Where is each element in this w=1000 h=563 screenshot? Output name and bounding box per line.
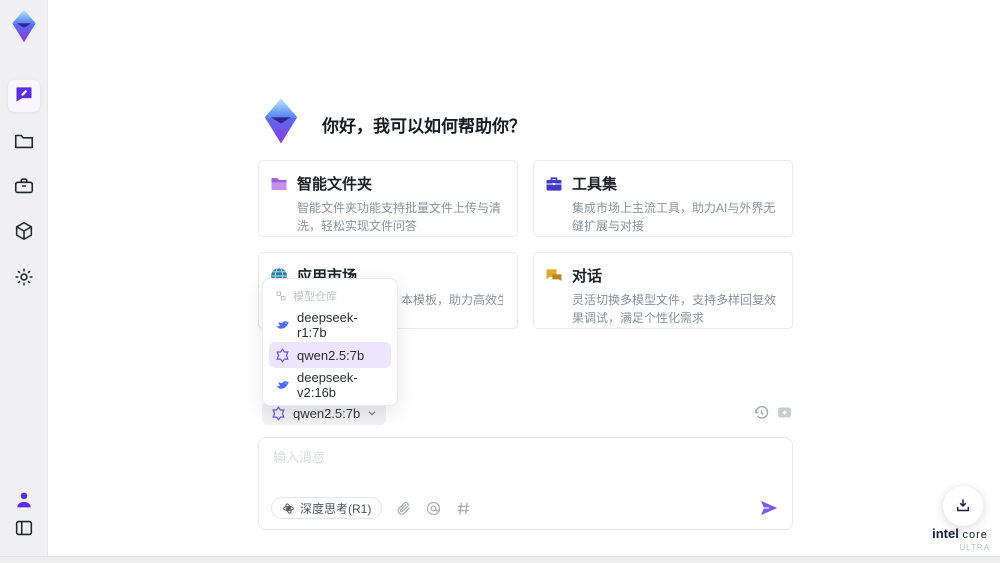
message-input[interactable] bbox=[273, 447, 773, 487]
history-button[interactable] bbox=[753, 404, 770, 421]
history-icon bbox=[755, 405, 769, 419]
app-window: 你好，我可以如何帮助你？ 智能文件夹 智能文件夹功能支持批量文件上传与清洗，轻松… bbox=[0, 0, 1000, 563]
card-dialogue[interactable]: 对话 灵活切换多模型文件，支持多样回复效果调试，满足个性化需求 bbox=[533, 252, 793, 329]
model-dropdown: 模型仓库 deepseek-r1:7b qwen2.5:7b deepseek-… bbox=[262, 278, 398, 406]
sidebar-item-collapse[interactable] bbox=[13, 519, 35, 541]
gear-icon bbox=[13, 266, 35, 293]
model-dropdown-header: 模型仓库 bbox=[269, 286, 391, 308]
qwen-icon bbox=[276, 347, 289, 363]
download-button[interactable] bbox=[943, 486, 983, 526]
card-toolset[interactable]: 工具集 集成市场上主流工具，助力AI与外界无缝扩展与对接 bbox=[533, 160, 793, 237]
panel-layout-icon bbox=[13, 517, 35, 544]
deep-think-toggle[interactable]: 深度思考(R1) bbox=[271, 497, 383, 519]
model-option-deepseek-r1[interactable]: deepseek-r1:7b bbox=[269, 310, 391, 340]
send-button[interactable] bbox=[759, 498, 779, 518]
folder-icon bbox=[13, 130, 35, 157]
user-icon bbox=[13, 489, 35, 516]
card-smart-folder[interactable]: 智能文件夹 智能文件夹功能支持批量文件上传与清洗，轻松实现文件问答 bbox=[258, 160, 518, 237]
dialogue-icon bbox=[546, 268, 562, 281]
toolset-icon bbox=[546, 176, 562, 191]
paperclip-icon bbox=[397, 501, 411, 515]
card-description: 灵活切换多模型文件，支持多样回复效果调试，满足个性化需求 bbox=[572, 293, 777, 325]
plus-square-icon bbox=[778, 407, 791, 418]
sidebar-item-settings[interactable] bbox=[13, 268, 35, 290]
qwen-icon bbox=[272, 405, 285, 421]
prompt-library-button[interactable] bbox=[455, 500, 472, 517]
sidebar bbox=[0, 0, 48, 556]
new-chat-button[interactable] bbox=[776, 404, 793, 421]
sidebar-item-account[interactable] bbox=[13, 491, 35, 513]
composer-toolbar: 深度思考(R1) bbox=[271, 497, 472, 519]
hero-logo-icon bbox=[256, 96, 306, 146]
page-title: 你好，我可以如何帮助你？ bbox=[322, 117, 526, 136]
at-circle-icon bbox=[427, 501, 441, 515]
cube-icon bbox=[13, 220, 35, 247]
card-title: 对话 bbox=[572, 268, 603, 285]
download-icon bbox=[957, 499, 969, 512]
sidebar-item-apps[interactable] bbox=[13, 220, 35, 247]
model-selector-value: qwen2.5:7b bbox=[293, 405, 361, 421]
deepseek-icon bbox=[276, 380, 289, 389]
atom-icon bbox=[283, 502, 294, 514]
card-description: 集成市场上主流工具，助力AI与外界无缝扩展与对接 bbox=[572, 201, 776, 233]
sidebar-item-folders[interactable] bbox=[13, 132, 35, 154]
model-option-deepseek-v2[interactable]: deepseek-v2:16b bbox=[269, 370, 391, 400]
sidebar-item-chat[interactable] bbox=[8, 80, 40, 112]
model-option-qwen[interactable]: qwen2.5:7b bbox=[269, 342, 391, 368]
card-title: 工具集 bbox=[572, 176, 618, 193]
intel-wordmark: intel bbox=[932, 526, 959, 541]
deep-think-label: 深度思考(R1) bbox=[300, 501, 372, 516]
hash-icon bbox=[457, 502, 470, 514]
mention-button[interactable] bbox=[425, 500, 442, 517]
card-description: 智能文件夹功能支持批量文件上传与清洗，轻松实现文件问答 bbox=[297, 201, 502, 233]
app-logo-icon bbox=[6, 8, 42, 44]
smart-folder-icon bbox=[271, 177, 287, 190]
chat-bubble-icon bbox=[14, 84, 34, 109]
repository-icon bbox=[276, 291, 286, 301]
window-bottom-edge bbox=[0, 556, 1000, 563]
card-description: 本模板，助力高效生成多 bbox=[401, 293, 503, 307]
ultra-label: ULTRA bbox=[959, 543, 990, 552]
card-title: 智能文件夹 bbox=[297, 176, 373, 193]
sidebar-item-toolbox[interactable] bbox=[13, 177, 35, 199]
chevron-down-icon bbox=[368, 411, 376, 416]
briefcase-icon bbox=[13, 175, 35, 202]
send-icon bbox=[761, 500, 778, 516]
message-composer: 深度思考(R1) bbox=[258, 437, 793, 530]
attach-file-button[interactable] bbox=[395, 500, 412, 517]
core-wordmark: core bbox=[962, 529, 988, 541]
intel-core-logo: intel core ULTRA bbox=[922, 525, 998, 552]
deepseek-icon bbox=[276, 320, 289, 329]
